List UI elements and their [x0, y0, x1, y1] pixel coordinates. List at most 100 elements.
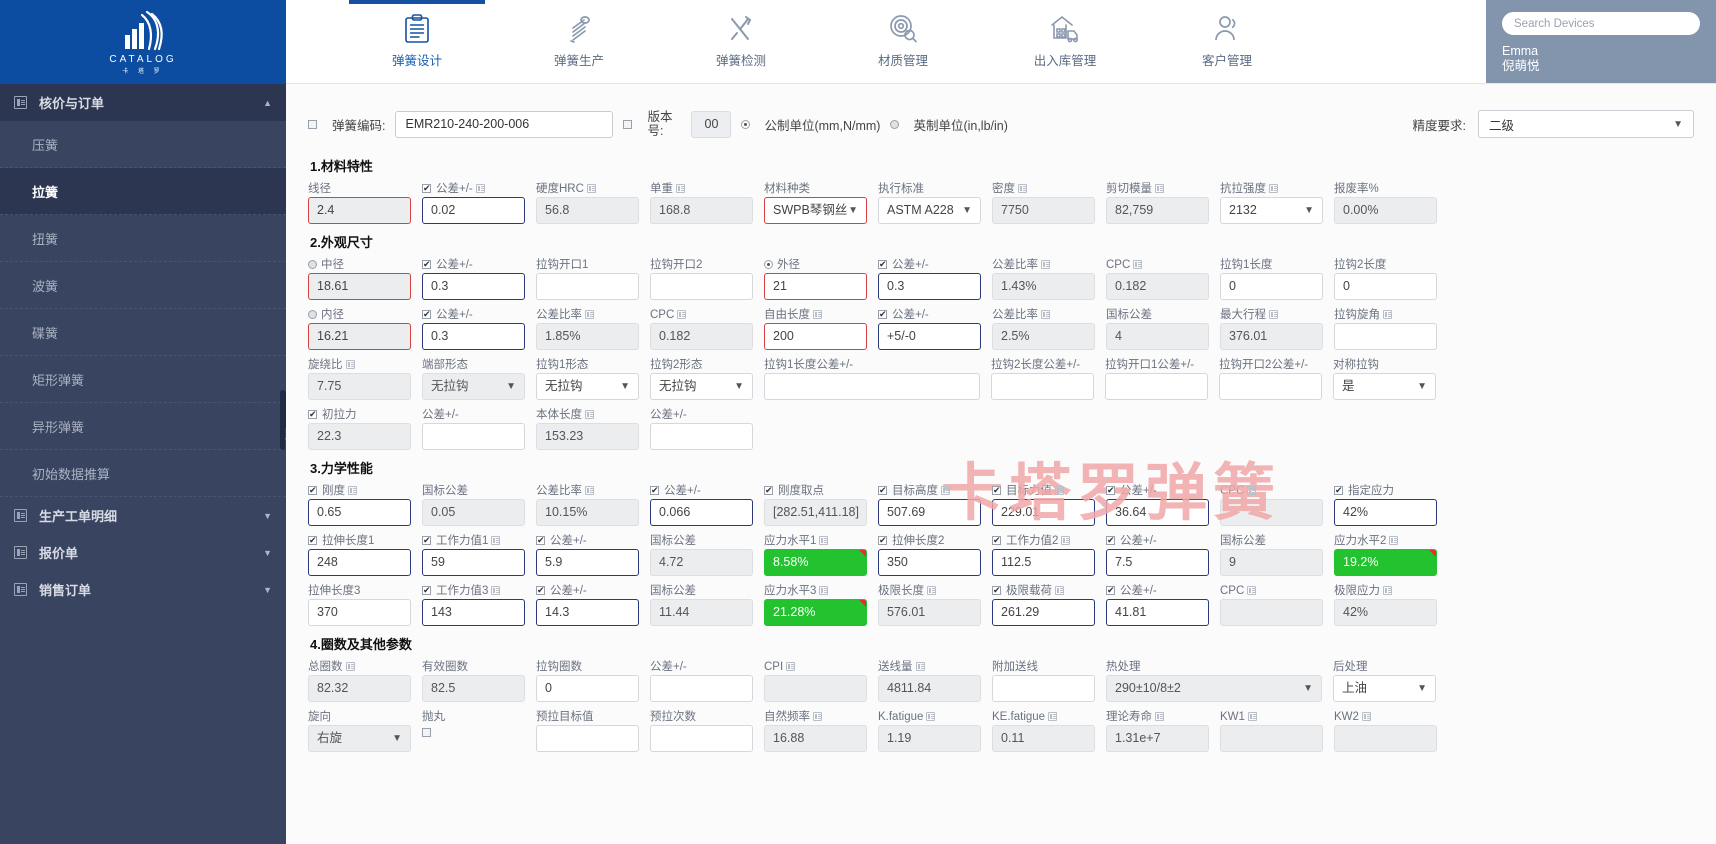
field-checkbox[interactable]: [536, 533, 545, 548]
field-input[interactable]: 42%: [1334, 599, 1437, 626]
calculator-icon[interactable]: [1061, 536, 1071, 546]
field-select[interactable]: 右旋 ▼: [308, 725, 411, 752]
field-input[interactable]: [1220, 599, 1323, 626]
tab-material-management[interactable]: 材质管理: [822, 0, 984, 83]
calculator-icon[interactable]: [1389, 536, 1399, 546]
field-input[interactable]: 1.19: [878, 725, 981, 752]
sidebar-item-wave-spring[interactable]: 波簧: [0, 262, 286, 309]
field-checkbox[interactable]: [650, 483, 659, 498]
field-input[interactable]: 59: [422, 549, 525, 576]
calculator-icon[interactable]: [1048, 712, 1058, 722]
field-input[interactable]: 2.4: [308, 197, 411, 224]
field-input[interactable]: 22.3: [308, 423, 411, 450]
tab-warehouse-management[interactable]: 出入库管理: [984, 0, 1146, 83]
field-input[interactable]: [422, 423, 525, 450]
field-checkbox[interactable]: [1106, 483, 1115, 498]
calculator-icon[interactable]: [1269, 184, 1278, 194]
unit-imperial-radio[interactable]: [890, 119, 900, 129]
sidebar-item-initial-data-estimate[interactable]: 初始数据推算: [0, 450, 286, 497]
calculator-icon[interactable]: [676, 184, 685, 194]
field-input[interactable]: 10.15%: [536, 499, 639, 526]
field-input[interactable]: [536, 273, 639, 300]
calculator-icon[interactable]: [1133, 260, 1143, 270]
calculator-icon[interactable]: [813, 712, 822, 722]
field-input[interactable]: 143: [422, 599, 525, 626]
tab-spring-inspection[interactable]: 弹簧检测: [660, 0, 822, 83]
field-input[interactable]: 1.85%: [536, 323, 639, 350]
calculator-icon[interactable]: [1055, 486, 1064, 496]
field-input[interactable]: [764, 373, 980, 400]
field-input[interactable]: 112.5: [992, 549, 1095, 576]
field-input[interactable]: 0: [536, 675, 639, 702]
field-input[interactable]: 7.5: [1106, 549, 1209, 576]
tab-spring-design[interactable]: 弹簧设计: [336, 0, 498, 83]
sidebar-item-torsion-spring[interactable]: 扭簧: [0, 215, 286, 262]
calculator-icon[interactable]: [1041, 310, 1050, 320]
field-input[interactable]: 507.69: [878, 499, 981, 526]
field-checkbox[interactable]: [992, 533, 1001, 548]
field-checkbox[interactable]: [1106, 583, 1115, 598]
field-input[interactable]: 261.29: [992, 599, 1095, 626]
field-radio[interactable]: [308, 310, 317, 320]
tab-customer-management[interactable]: 客户管理: [1146, 0, 1308, 83]
field-checkbox[interactable]: [422, 728, 431, 738]
calculator-icon[interactable]: [1383, 310, 1392, 320]
field-input[interactable]: 7.75: [308, 373, 411, 400]
calculator-icon[interactable]: [585, 310, 594, 320]
calculator-icon[interactable]: [819, 586, 829, 596]
field-input[interactable]: [764, 675, 867, 702]
field-input[interactable]: 82.32: [308, 675, 411, 702]
field-input[interactable]: 0.3: [422, 273, 525, 300]
field-checkbox[interactable]: [422, 533, 431, 548]
calculator-icon[interactable]: [585, 410, 594, 420]
field-select[interactable]: ASTM A228 ▼: [878, 197, 981, 224]
field-input[interactable]: 16.21: [308, 323, 411, 350]
field-input[interactable]: 0.3: [422, 323, 525, 350]
sidebar-group-work-order[interactable]: 生产工单明细 ▼: [0, 497, 286, 534]
field-checkbox[interactable]: [764, 483, 773, 498]
field-input[interactable]: 370: [308, 599, 411, 626]
field-input[interactable]: 200: [764, 323, 867, 350]
field-select[interactable]: 无拉钩 ▼: [536, 373, 639, 400]
field-input[interactable]: 21: [764, 273, 867, 300]
brand-logo[interactable]: CATALOG 卡 塔 罗: [0, 0, 286, 84]
calculator-icon[interactable]: [585, 486, 594, 496]
calculator-icon[interactable]: [1269, 310, 1278, 320]
field-input[interactable]: 82.5: [422, 675, 525, 702]
field-input[interactable]: 82,759: [1106, 197, 1209, 224]
calculator-icon[interactable]: [915, 662, 925, 672]
field-input[interactable]: 2.5%: [992, 323, 1095, 350]
field-checkbox[interactable]: [1106, 533, 1115, 548]
spring-code-checkbox[interactable]: [308, 119, 317, 129]
calculator-icon[interactable]: [786, 662, 796, 672]
field-input[interactable]: [1220, 725, 1323, 752]
calculator-icon[interactable]: [345, 662, 355, 672]
sidebar-item-compression-spring[interactable]: 压簧: [0, 121, 286, 168]
calculator-icon[interactable]: [348, 486, 357, 496]
calculator-icon[interactable]: [1247, 486, 1257, 496]
field-input[interactable]: 0: [1334, 273, 1437, 300]
calculator-icon[interactable]: [677, 310, 687, 320]
calculator-icon[interactable]: [1383, 586, 1392, 596]
field-input[interactable]: 0.05: [422, 499, 525, 526]
field-input[interactable]: [650, 273, 753, 300]
calculator-icon[interactable]: [813, 310, 822, 320]
field-checkbox[interactable]: [308, 483, 317, 498]
field-input[interactable]: [991, 373, 1094, 400]
field-input[interactable]: +5/-0: [878, 323, 981, 350]
field-input[interactable]: 18.61: [308, 273, 411, 300]
calculator-icon[interactable]: [1041, 260, 1050, 270]
field-input[interactable]: 229.01: [992, 499, 1095, 526]
field-select[interactable]: 是 ▼: [1333, 373, 1436, 400]
field-input[interactable]: 0.11: [992, 725, 1095, 752]
field-select[interactable]: 上油 ▼: [1333, 675, 1436, 702]
field-input[interactable]: 8.58%: [764, 549, 867, 576]
calculator-icon[interactable]: [926, 712, 936, 722]
field-checkbox[interactable]: [878, 533, 887, 548]
field-input[interactable]: 14.3: [536, 599, 639, 626]
calculator-icon[interactable]: [819, 536, 829, 546]
unit-metric-radio[interactable]: [741, 119, 751, 129]
search-devices-input[interactable]: Search Devices: [1502, 12, 1700, 35]
field-checkbox[interactable]: [308, 407, 317, 422]
field-checkbox-only[interactable]: [422, 725, 525, 752]
